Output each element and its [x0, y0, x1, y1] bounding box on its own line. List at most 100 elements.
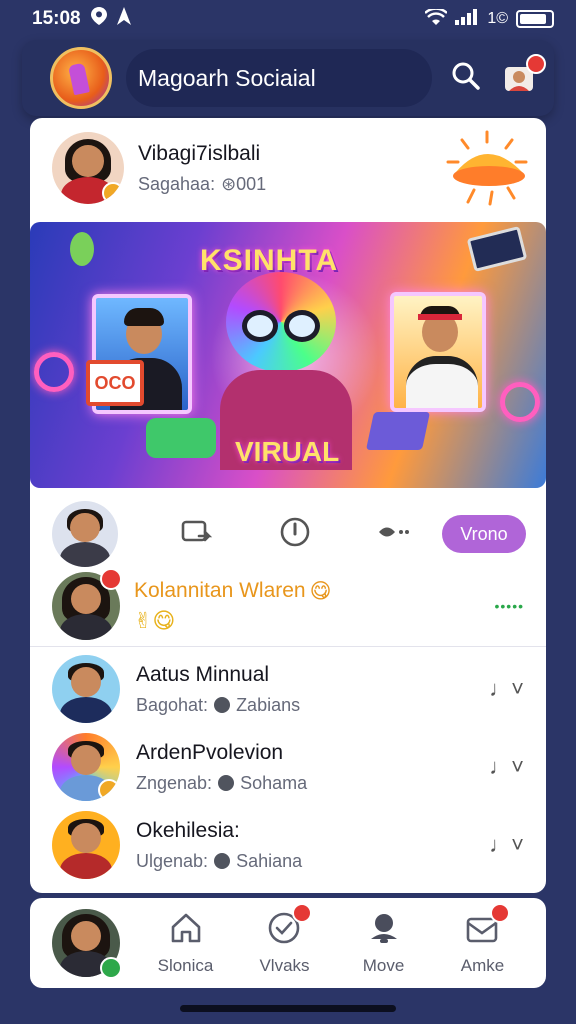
contact-name: Okehilesia: — [136, 818, 240, 842]
globe-icon — [214, 697, 231, 713]
avatar[interactable] — [52, 132, 124, 204]
typing-dots: ••••• — [494, 598, 524, 614]
gift-box — [365, 412, 431, 450]
action-row: Vrono — [30, 498, 546, 570]
nav-item-home[interactable]: Slonica — [136, 911, 235, 976]
online-badge — [100, 957, 122, 979]
neon-swirl-right — [500, 382, 540, 422]
music-note-icon[interactable]: ♩˅ — [489, 676, 524, 702]
contact-value: Zabians — [236, 694, 301, 715]
banner-title: KSINHTA — [200, 244, 339, 277]
poster-name: Vibagi7islbali — [138, 141, 261, 165]
friend-frame-right — [390, 292, 486, 412]
globe-icon — [218, 775, 235, 791]
status-badge — [98, 779, 120, 801]
contact-value: Sahiana — [236, 850, 303, 871]
search-button[interactable] — [446, 58, 486, 98]
status-time: 15:08 — [32, 8, 81, 29]
app-title-bar[interactable]: Magoarh Sociaial — [126, 49, 432, 107]
subtitle-prefix: Sagahaa: — [138, 173, 216, 194]
list-item[interactable]: ArdenPvolevion Zngenab: Sohama ♩˅ — [30, 728, 546, 806]
banner-subtitle: VIRUAL — [235, 436, 340, 467]
avatar[interactable] — [52, 733, 120, 801]
contact-value: Sohama — [240, 772, 308, 793]
bell-profile-icon — [367, 911, 401, 950]
sun-sticker-icon — [442, 128, 532, 208]
divider — [30, 646, 546, 647]
avatar[interactable] — [52, 568, 122, 640]
balloon — [70, 232, 94, 266]
share-icon — [181, 518, 213, 551]
notifications-button[interactable] — [500, 54, 546, 98]
tag-button[interactable] — [375, 516, 411, 552]
app-header: Magoarh Sociaial — [22, 40, 554, 116]
nav-label: Move — [362, 955, 405, 975]
toy-car — [146, 418, 216, 458]
wifi-icon — [424, 6, 449, 30]
home-icon — [169, 911, 203, 950]
share-button[interactable] — [179, 516, 215, 552]
avatar[interactable] — [52, 655, 120, 723]
notification-badge — [100, 568, 122, 590]
status-bar: 15:08 1© — [0, 0, 576, 38]
music-note-icon[interactable]: ♩˅ — [489, 832, 524, 858]
follow-button[interactable]: Vrono — [442, 515, 526, 553]
contact-name: Aatus Minnual — [136, 662, 270, 686]
list-item[interactable]: Okehilesia: Ulgenab: Sahiana ♩˅ — [30, 806, 546, 884]
status-right: 1© — [424, 6, 554, 30]
notification-badge — [526, 54, 546, 74]
contact-text: Okehilesia: Ulgenab: Sahiana — [136, 819, 489, 872]
globe-icon — [214, 853, 231, 869]
avatar[interactable] — [52, 811, 120, 879]
notification-badge — [490, 902, 510, 923]
sign-board: OCO — [86, 360, 144, 406]
battery-icon — [516, 10, 554, 28]
feature-banner-image[interactable]: OCO KSINHTA VIRUAL — [30, 222, 546, 488]
bottom-nav: Slonica Vlvaks Move Amke — [30, 898, 546, 988]
music-note-icon[interactable]: ♩˅ — [489, 754, 524, 780]
clock-icon — [279, 516, 311, 553]
feature-post-header[interactable]: Vibagi7islbali Sagahaa: ⊛001 — [30, 128, 546, 208]
battery-text: 1© — [487, 10, 508, 27]
contact-subtitle: Bagohat: Zabians — [136, 695, 489, 716]
action-icons — [148, 516, 442, 552]
nav-item-inbox[interactable]: Amke — [433, 902, 532, 976]
feature-post-text: Vibagi7islbali Sagahaa: ⊛001 — [138, 142, 442, 195]
highlight-post[interactable]: Kolannitan Wlaren 😋 ✌😋 ••••• — [30, 566, 546, 646]
nav-label: Amke — [460, 955, 505, 975]
home-indicator — [180, 1005, 396, 1012]
timer-button[interactable] — [277, 516, 313, 552]
nav-item-activity[interactable]: Vlvaks — [235, 902, 334, 976]
profile-avatar[interactable] — [52, 909, 122, 979]
avatar[interactable] — [52, 501, 118, 567]
nav-label: Slonica — [157, 955, 214, 975]
tablet-sticker — [466, 225, 528, 273]
app-title: Magoarh Sociaial — [138, 64, 316, 91]
nav-label: Vlvaks — [259, 955, 310, 975]
list-item[interactable]: Aatus Minnual Bagohat: Zabians ♩˅ — [30, 650, 546, 728]
nav-arrow-icon — [116, 7, 131, 31]
contact-text: Aatus Minnual Bagohat: Zabians — [136, 663, 489, 716]
contact-subtitle: Ulgenab: Sahiana — [136, 851, 489, 872]
feed-card: Vibagi7islbali Sagahaa: ⊛001 OCO KSINHTA… — [30, 118, 546, 893]
highlight-reactions: ✌😋 — [134, 607, 176, 633]
notification-badge — [292, 902, 312, 923]
poster-subtitle: Sagahaa: ⊛001 — [138, 174, 442, 195]
contact-prefix: Bagohat: — [136, 694, 209, 715]
subtitle-value: ⊛001 — [221, 173, 267, 194]
tag-icon — [377, 521, 409, 548]
highlight-name: Kolannitan Wlaren — [134, 579, 306, 602]
nav-item-move[interactable]: Move — [334, 911, 433, 976]
search-icon — [451, 61, 481, 96]
contact-text: ArdenPvolevion Zngenab: Sohama — [136, 741, 489, 794]
status-left: 15:08 — [32, 7, 131, 31]
emoji-face-icon: 😋 — [309, 579, 332, 603]
neon-swirl-left — [34, 352, 74, 392]
contact-subtitle: Zngenab: Sohama — [136, 773, 489, 794]
contact-prefix: Zngenab: — [136, 772, 213, 793]
app-logo[interactable] — [50, 47, 112, 109]
contact-name: ArdenPvolevion — [136, 740, 284, 764]
highlight-text: Kolannitan Wlaren 😋 ✌😋 — [134, 579, 494, 634]
signal-icon — [455, 8, 479, 30]
status-badge — [102, 182, 124, 204]
